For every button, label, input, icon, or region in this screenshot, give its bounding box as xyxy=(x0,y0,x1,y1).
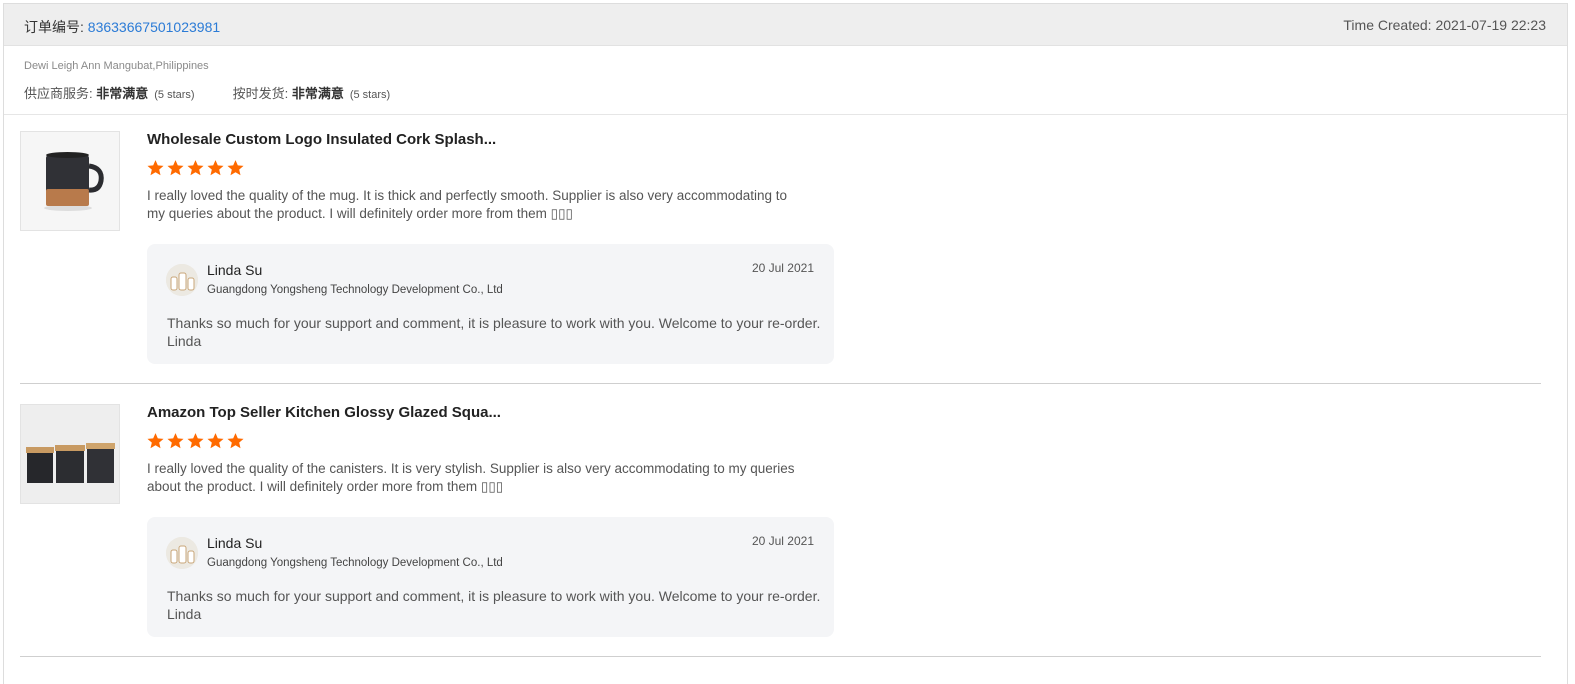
star-icon xyxy=(147,160,164,176)
star-icon xyxy=(147,433,164,449)
review-text: I really loved the quality of the canist… xyxy=(147,461,795,494)
ontime-label: 按时发货: xyxy=(232,86,292,101)
time-created: Time Created: 2021-07-19 22:23 xyxy=(1343,17,1546,33)
supplier-company[interactable]: Guangdong Yongsheng Technology Developme… xyxy=(207,284,503,296)
supplier-service-stars: (5 stars) xyxy=(154,89,195,101)
supplier-avatar xyxy=(166,537,198,569)
star-icon xyxy=(167,433,184,449)
supplier-reply: Linda Su Guangdong Yongsheng Technology … xyxy=(147,517,834,637)
order-header: 订单编号: 83633667501023981 Time Created: 20… xyxy=(4,4,1567,46)
star-icon xyxy=(227,160,244,176)
star-icon xyxy=(227,433,244,449)
supplier-service-label: 供应商服务: xyxy=(24,86,97,101)
product-review-item: Wholesale Custom Logo Insulated Cork Spl… xyxy=(20,131,1541,384)
order-number-link[interactable]: 83633667501023981 xyxy=(88,19,220,35)
ontime-stars: (5 stars) xyxy=(349,89,391,101)
star-rating xyxy=(146,159,246,182)
product-title[interactable]: Amazon Top Seller Kitchen Glossy Glazed … xyxy=(147,404,501,421)
supplier-service-value: 非常满意 xyxy=(96,86,149,101)
mug-product-image[interactable] xyxy=(20,131,120,231)
supplier-reply: Linda Su Guangdong Yongsheng Technology … xyxy=(147,244,834,364)
product-title[interactable]: Wholesale Custom Logo Insulated Cork Spl… xyxy=(147,131,496,148)
reply-text: Thanks so much for your support and comm… xyxy=(167,588,821,622)
supplier-reply-name: Linda Su xyxy=(207,535,263,551)
reply-date: 20 Jul 2021 xyxy=(751,261,814,275)
supplier-avatar xyxy=(166,264,198,296)
buyer-name: Dewi Leigh Ann Mangubat,Philippines xyxy=(24,60,209,72)
order-number-label: 订单编号: xyxy=(24,19,88,35)
star-icon xyxy=(207,433,224,449)
ontime-value: 非常满意 xyxy=(291,86,344,101)
star-icon xyxy=(207,160,224,176)
canisters-product-image[interactable] xyxy=(20,404,120,504)
order-number: 订单编号: 83633667501023981 xyxy=(24,17,220,37)
review-text: I really loved the quality of the mug. I… xyxy=(147,188,788,221)
buyer-section: Dewi Leigh Ann Mangubat,Philippines 供应商服… xyxy=(4,46,1567,115)
supplier-company[interactable]: Guangdong Yongsheng Technology Developme… xyxy=(207,557,503,569)
star-icon xyxy=(187,160,204,176)
reply-date: 20 Jul 2021 xyxy=(751,534,814,548)
buyer-ratings: 供应商服务: 非常满意 (5 stars) 按时发货: 非常满意 (5 stars) xyxy=(24,83,390,102)
supplier-reply-name: Linda Su xyxy=(207,262,263,278)
star-icon xyxy=(167,160,184,176)
product-review-item: Amazon Top Seller Kitchen Glossy Glazed … xyxy=(20,404,1541,657)
star-icon xyxy=(187,433,204,449)
star-rating xyxy=(146,432,246,455)
reply-text: Thanks so much for your support and comm… xyxy=(167,315,821,349)
